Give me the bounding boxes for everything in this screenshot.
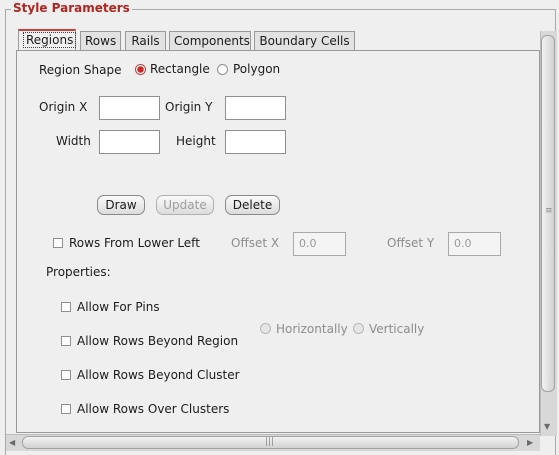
vertical-grip-icon: ≡ <box>545 206 553 216</box>
scroll-right-arrow-icon[interactable]: ▶ <box>527 438 533 448</box>
properties-label: Properties: <box>46 265 111 279</box>
polygon-radio[interactable] <box>217 64 228 75</box>
height-label: Height <box>176 134 216 148</box>
offset-y-field[interactable]: 0.0 <box>448 232 501 256</box>
draw-button[interactable]: Draw <box>97 195 145 215</box>
tab-regions-label: Regions <box>23 32 77 48</box>
scroll-left-arrow-icon[interactable]: ◀ <box>9 438 15 448</box>
vertically-radio[interactable] <box>353 323 364 334</box>
height-field[interactable] <box>225 130 286 154</box>
origin-y-field[interactable] <box>225 96 286 120</box>
horizontally-radio-label[interactable]: Horizontally <box>276 322 348 336</box>
allow-rows-over-clusters-checkbox[interactable] <box>61 404 71 414</box>
origin-y-label: Origin Y <box>165 100 213 114</box>
polygon-radio-label[interactable]: Polygon <box>233 62 280 76</box>
tab-rails[interactable]: Rails <box>125 31 166 50</box>
scroll-down-arrow-icon[interactable]: ▼ <box>544 422 550 432</box>
tab-rows-label: Rows <box>85 34 117 48</box>
offset-y-label: Offset Y <box>387 236 435 250</box>
offset-x-field[interactable]: 0.0 <box>293 232 346 256</box>
horizontally-radio[interactable] <box>260 323 271 334</box>
horizontal-grip-icon: ||| <box>265 437 275 447</box>
delete-button[interactable]: Delete <box>225 195 280 215</box>
width-label: Width <box>56 134 91 148</box>
rows-from-lower-left-label[interactable]: Rows From Lower Left <box>69 236 200 250</box>
rows-from-lower-left-checkbox[interactable] <box>53 238 63 248</box>
tab-rails-label: Rails <box>131 34 160 48</box>
tab-components[interactable]: Components <box>169 31 251 50</box>
tab-regions[interactable]: Regions <box>18 29 77 51</box>
allow-for-pins-checkbox[interactable] <box>61 302 71 312</box>
offset-x-label: Offset X <box>231 236 280 250</box>
allow-rows-beyond-region-checkbox[interactable] <box>61 336 71 346</box>
region-shape-label: Region Shape <box>39 63 122 77</box>
tab-components-label: Components <box>174 34 250 48</box>
allow-rows-beyond-region-label[interactable]: Allow Rows Beyond Region <box>77 334 238 348</box>
allow-rows-beyond-cluster-label[interactable]: Allow Rows Beyond Cluster <box>77 368 240 382</box>
tab-boundary-cells[interactable]: Boundary Cells <box>254 31 355 50</box>
group-title: Style Parameters <box>11 1 132 15</box>
tab-rows[interactable]: Rows <box>80 31 121 50</box>
tab-boundary-cells-label: Boundary Cells <box>259 34 350 48</box>
rectangle-radio[interactable] <box>135 64 146 75</box>
vertically-radio-label[interactable]: Vertically <box>369 322 424 336</box>
allow-for-pins-label[interactable]: Allow For Pins <box>77 300 160 314</box>
allow-rows-beyond-cluster-checkbox[interactable] <box>61 370 71 380</box>
update-button[interactable]: Update <box>156 195 214 215</box>
allow-rows-over-clusters-label[interactable]: Allow Rows Over Clusters <box>77 402 229 416</box>
origin-x-label: Origin X <box>39 100 88 114</box>
width-field[interactable] <box>99 130 160 154</box>
origin-x-field[interactable] <box>99 96 160 120</box>
rectangle-radio-label[interactable]: Rectangle <box>150 62 210 76</box>
